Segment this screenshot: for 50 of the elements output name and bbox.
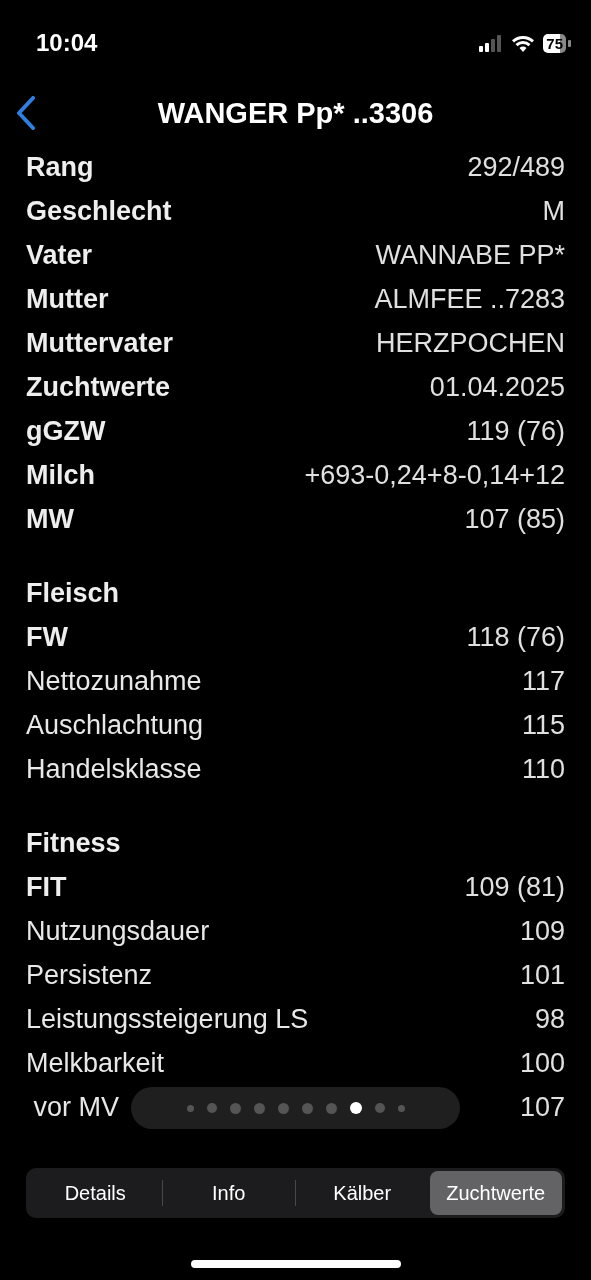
segment-tab[interactable]: Zuchtwerte — [429, 1171, 562, 1215]
field-label: Leistungssteigerung LS — [26, 1003, 309, 1035]
field-label: Handelsklasse — [26, 753, 202, 785]
field-label: Rang — [26, 151, 94, 183]
section-header: Fitness — [25, 826, 122, 860]
field-value: 110 — [521, 753, 565, 785]
field-value: 01.04.2025 — [429, 371, 565, 403]
status-time: 10:04 — [36, 29, 98, 57]
field-value: 292/489 — [467, 151, 565, 183]
wifi-icon — [511, 34, 536, 52]
field-value: 117 — [521, 665, 565, 697]
field-value: HERZPOCHEN — [376, 327, 565, 359]
field-label: vor MV — [32, 1091, 119, 1123]
field-value: +693-0,24+8-0,14+12 — [304, 459, 565, 491]
field-label: Vater — [26, 239, 93, 271]
field-value: 119 (76) — [466, 415, 565, 447]
field-label: Milch — [26, 459, 95, 491]
field-value: 107 — [519, 1091, 565, 1123]
field-value: 118 (76) — [466, 621, 565, 653]
field-label: Melkbarkeit — [26, 1047, 165, 1079]
field-value: WANNABE PP* — [375, 239, 565, 271]
field-label: Nutzungsdauer — [26, 915, 210, 947]
field-label: Zuchtwerte — [26, 371, 171, 403]
field-label: Geschlecht — [26, 195, 172, 227]
field-value: 101 — [519, 959, 565, 991]
field-value: 100 — [519, 1047, 565, 1079]
field-value: M — [542, 195, 565, 227]
field-label: Persistenz — [26, 959, 153, 991]
field-label: gGZW — [26, 415, 106, 447]
field-label: Auschlachtung — [26, 709, 204, 741]
segment-tab[interactable]: Info — [162, 1171, 295, 1215]
signal-icon — [479, 34, 504, 52]
field-label: FIT — [26, 871, 67, 903]
field-label: FW — [26, 621, 68, 653]
section-header: Fleisch — [25, 576, 121, 610]
screen-title: WANGER Pp* ..3306 — [157, 96, 434, 130]
back-icon[interactable] — [14, 96, 38, 130]
field-value: 115 — [521, 709, 565, 741]
field-label: Nettozunahme — [26, 665, 202, 697]
field-label: MW — [26, 503, 74, 535]
field-value: ALMFEE ..7283 — [374, 283, 565, 315]
field-value: 109 (81) — [464, 871, 565, 903]
field-value: 98 — [534, 1003, 565, 1035]
field-label: Muttervater — [26, 327, 174, 359]
field-value: 109 — [519, 915, 565, 947]
page-indicator[interactable] — [131, 1087, 460, 1129]
segment-tab[interactable]: Kälber — [296, 1171, 429, 1215]
field-label: Mutter — [26, 283, 109, 315]
segment-tab[interactable]: Details — [29, 1171, 162, 1215]
field-value: 107 (85) — [464, 503, 565, 535]
